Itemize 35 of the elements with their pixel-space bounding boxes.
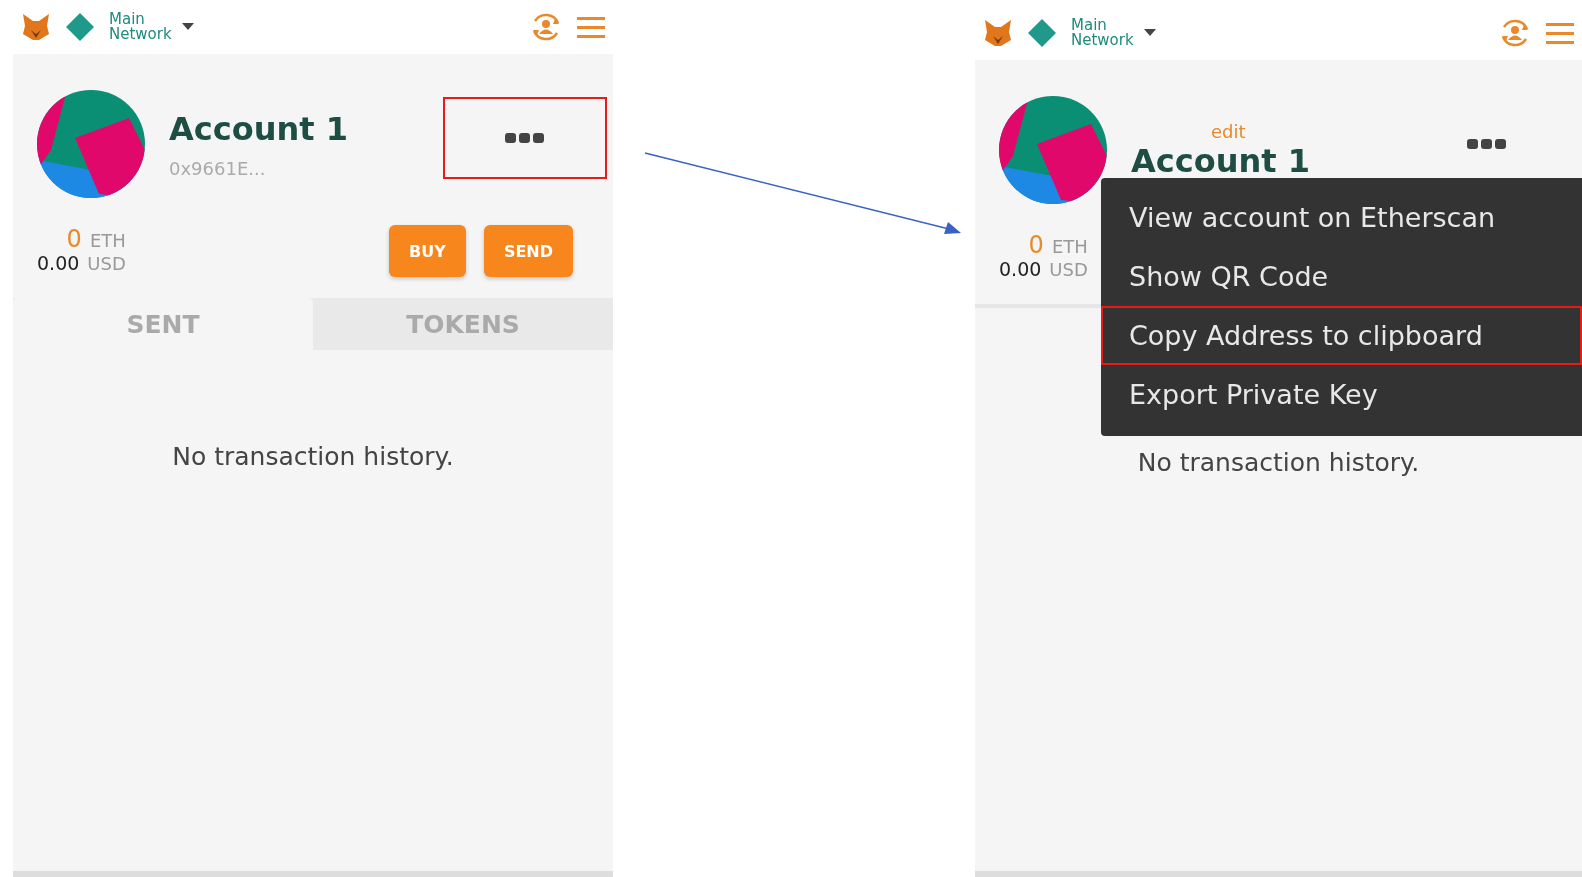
eth-unit: ETH [1051, 236, 1088, 258]
network-selector[interactable]: Main Network [1071, 18, 1156, 48]
edit-link[interactable]: edit [1211, 120, 1381, 142]
send-button[interactable]: SEND [483, 225, 573, 277]
dots-icon [1467, 138, 1507, 150]
menu-item[interactable]: Export Private Key [1101, 365, 1582, 424]
empty-message: No transaction history. [1136, 448, 1421, 477]
buy-button[interactable]: BUY [389, 225, 466, 277]
menu-item[interactable]: View account on Etherscan [1101, 188, 1582, 247]
eth-unit: ETH [89, 230, 126, 252]
network-name: Main Network [109, 12, 172, 42]
network-selector[interactable]: Main Network [109, 12, 194, 42]
caret-icon [1143, 29, 1156, 37]
fox-icon[interactable] [983, 18, 1013, 48]
account-name: Account 1 [1131, 141, 1311, 180]
network-name: Main Network [1071, 18, 1134, 48]
empty-message: No transaction history. [171, 442, 455, 471]
usd-amount: 0.00 [37, 252, 80, 274]
eth-amount: 0 [1028, 233, 1044, 257]
diamond-icon [65, 12, 95, 42]
menu-item[interactable]: Show QR Code [1101, 247, 1582, 306]
eth-amount: 0 [66, 227, 82, 251]
usd-amount: 0.00 [999, 258, 1042, 280]
account-name: Account 1 [169, 109, 349, 148]
dots-icon [505, 132, 545, 144]
menu-item[interactable]: Copy Address to clipboard [1101, 306, 1582, 365]
usd-unit: USD [87, 253, 126, 275]
account-address: 0x9661E... [169, 157, 267, 179]
usd-unit: USD [1049, 259, 1088, 281]
menu-icon[interactable] [1546, 21, 1574, 45]
options-button[interactable] [443, 97, 607, 179]
fox-icon[interactable] [21, 12, 51, 42]
caret-icon [181, 23, 194, 31]
diamond-icon [1027, 18, 1057, 48]
menu-icon[interactable] [577, 15, 605, 39]
